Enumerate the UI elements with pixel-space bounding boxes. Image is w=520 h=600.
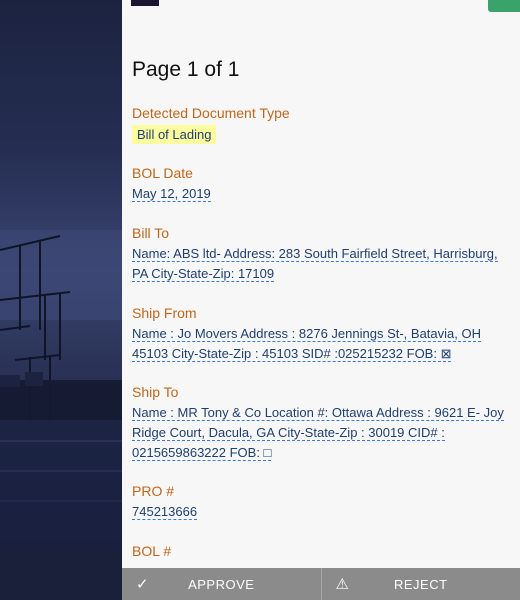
ship-to-value[interactable]: Name : MR Tony & Co Location #: Ottawa A… (132, 405, 504, 461)
field-pro-number: PRO # 745213666 (132, 482, 517, 522)
top-edge-marker (131, 0, 159, 6)
field-document-type: Detected Document Type Bill of Lading (132, 104, 517, 144)
page-title: Page 1 of 1 (132, 58, 240, 81)
reject-button[interactable]: ⚠ REJECT (320, 568, 520, 600)
field-bill-to: Bill To Name: ABS ltd- Address: 283 Sout… (132, 224, 517, 284)
field-bol-date: BOL Date May 12, 2019 (132, 164, 517, 204)
field-ship-from: Ship From Name : Jo Movers Address : 827… (132, 304, 517, 364)
checkmark-icon: ✓ (136, 576, 150, 593)
field-label: PRO # (132, 483, 175, 499)
document-panel: Page 1 of 1 Detected Document Type Bill … (122, 0, 520, 600)
field-label: Bill To (132, 225, 170, 241)
document-type-value[interactable]: Bill of Lading (132, 125, 217, 144)
port-cranes-illustration (0, 230, 122, 600)
field-label: Detected Document Type (132, 105, 290, 121)
field-label: BOL Date (132, 165, 193, 181)
reject-label: REJECT (393, 576, 448, 592)
background-photo (0, 0, 122, 600)
pro-number-value[interactable]: 745213666 (132, 504, 198, 520)
approve-label: APPROVE (188, 576, 255, 592)
field-label: Ship From (132, 305, 197, 321)
ship-from-value[interactable]: Name : Jo Movers Address : 8276 Jennings… (132, 326, 481, 362)
warning-icon: ⚠ (335, 576, 350, 593)
action-footer: ✓ APPROVE ⚠ REJECT (122, 568, 520, 600)
bol-date-value[interactable]: May 12, 2019 (132, 186, 211, 202)
field-label: Ship To (132, 384, 179, 400)
field-label: BOL # (132, 543, 172, 559)
field-bol-number: BOL # (132, 542, 517, 562)
field-ship-to: Ship To Name : MR Tony & Co Location #: … (132, 383, 517, 463)
top-right-action-button[interactable] (488, 0, 520, 12)
approve-button[interactable]: ✓ APPROVE (122, 568, 321, 600)
bill-to-value[interactable]: Name: ABS ltd- Address: 283 South Fairfi… (132, 246, 498, 282)
